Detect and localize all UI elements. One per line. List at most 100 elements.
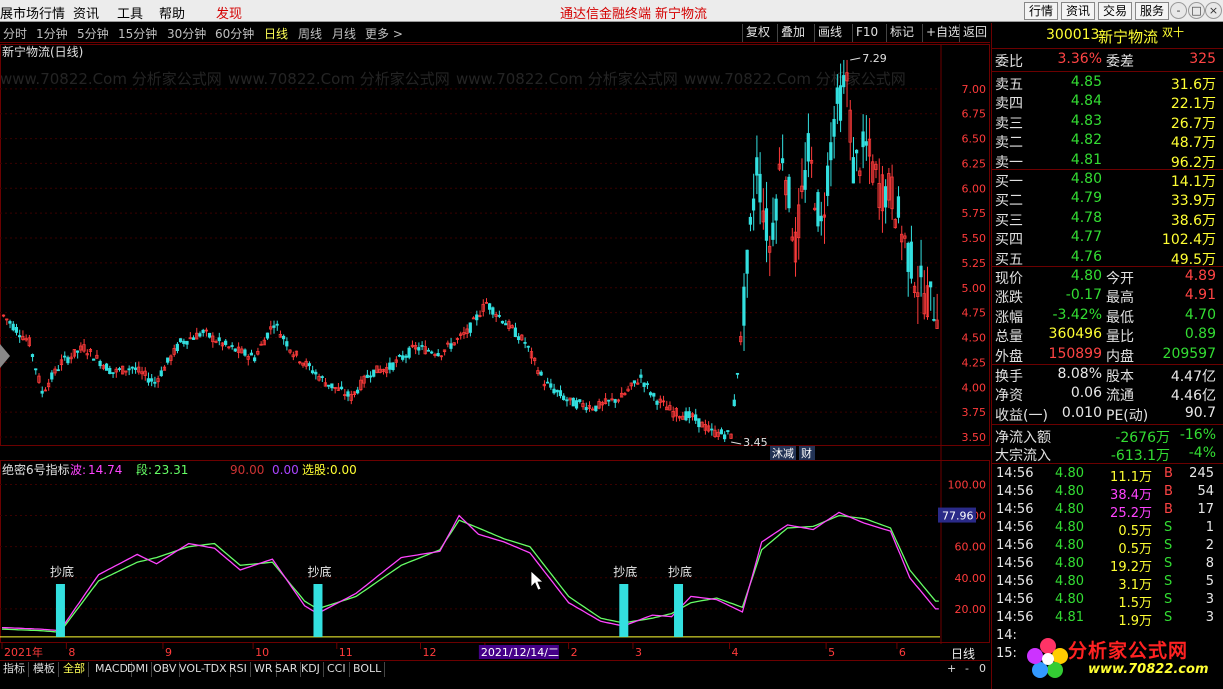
asks-row[interactable]: 卖一 4.81 96.2万 (992, 152, 1223, 171)
bids-row[interactable]: 买三 4.78 38.6万 (992, 210, 1223, 229)
tab-template[interactable]: 模板 (30, 662, 59, 677)
menu-news[interactable]: 资讯 (73, 3, 99, 22)
tick-row[interactable]: 14:56 4.80 19.2万 S 8 (992, 556, 1223, 575)
period-1min[interactable]: 1分钟 (36, 25, 68, 42)
tick-row[interactable]: 14:56 4.80 25.2万 B 17 (992, 502, 1223, 521)
stats-row: 现价 4.80 今开 4.89 (992, 268, 1223, 287)
tick-count: 1 (1205, 520, 1214, 535)
asks-row[interactable]: 卖五 4.85 31.6万 (992, 74, 1223, 93)
flow-label: 大宗流入 (995, 448, 1051, 464)
menu-tools[interactable]: 工具 (117, 3, 143, 22)
candle-body (185, 340, 189, 345)
period-5min[interactable]: 5分钟 (77, 25, 109, 42)
tab-vol-tdx[interactable]: VOL-TDX (176, 662, 231, 677)
tick-side: S (1164, 592, 1173, 607)
tick-row[interactable]: 14:56 4.80 11.1万 B 245 (992, 466, 1223, 485)
menu-market[interactable]: 展市场行情 (0, 3, 65, 22)
indicator-tick-label: 20.00 (955, 603, 987, 616)
candle-body (558, 390, 563, 397)
add-watchlist-button[interactable]: +自选 (922, 24, 963, 42)
signal-label: 抄底 (307, 564, 331, 579)
chart-area[interactable]: www.70822.Com 分析家公式网 www.70822.Com 分析家公式… (0, 44, 990, 664)
x-tick-label: 3 (635, 646, 642, 659)
tick-volume: 0.5万 (1118, 542, 1152, 557)
asks-row[interactable]: 卖三 4.83 26.7万 (992, 113, 1223, 132)
tab-all[interactable]: 全部 (60, 662, 89, 677)
tab-sar[interactable]: SAR (272, 662, 302, 677)
maximize-icon[interactable]: □ (1188, 2, 1205, 19)
period-30min[interactable]: 30分钟 (167, 25, 206, 42)
candle-body (198, 333, 202, 337)
candle-body (832, 118, 836, 137)
tab-kdj[interactable]: KDJ (298, 662, 324, 677)
asks-row[interactable]: 卖四 4.84 22.1万 (992, 93, 1223, 112)
period-60min[interactable]: 60分钟 (215, 25, 254, 42)
tick-row[interactable]: 14:56 4.80 0.5万 S 1 (992, 520, 1223, 539)
zoom-in-button[interactable]: + (944, 662, 959, 677)
period-indicator: 日线 (951, 647, 976, 661)
zoom-out-button[interactable]: - (962, 662, 972, 677)
period-15min[interactable]: 15分钟 (118, 25, 157, 42)
stock-badge: 双十 (1162, 26, 1184, 39)
tab-indicator[interactable]: 指标 (0, 662, 29, 677)
tick-row[interactable]: 14:56 4.80 38.4万 B 54 (992, 484, 1223, 503)
tick-row[interactable]: 14:56 4.81 1.9万 S 3 (992, 610, 1223, 629)
candle-body (111, 372, 115, 374)
candle-body (133, 367, 138, 370)
candle-body (252, 357, 257, 362)
tick-count: 2 (1205, 538, 1214, 553)
close-icon[interactable]: × (1205, 2, 1222, 19)
tick-row[interactable]: 14:56 4.80 0.5万 S 2 (992, 538, 1223, 557)
candle-body (909, 241, 913, 279)
signal-label: 抄底 (668, 564, 692, 579)
tick-row[interactable]: 14:56 4.80 3.1万 S 5 (992, 574, 1223, 593)
flow-row: 净流入额 -2676万 -16% (992, 427, 1223, 446)
period-daily[interactable]: 日线 (264, 25, 288, 42)
candle-body (34, 368, 38, 371)
tick-volume: 38.4万 (1110, 488, 1152, 503)
bids-row[interactable]: 买二 4.79 33.9万 (992, 190, 1223, 209)
tick-time: 14:56 (996, 592, 1034, 607)
service-button[interactable]: 服务 (1135, 2, 1170, 20)
tab-dmi[interactable]: DMI (124, 662, 153, 677)
period-more[interactable]: 更多 > (365, 25, 403, 42)
candle-body (516, 336, 521, 341)
candle-body (8, 321, 12, 324)
bids-row[interactable]: 买四 4.77 102.4万 (992, 229, 1223, 248)
period-weekly[interactable]: 周线 (298, 25, 322, 42)
asks-row[interactable]: 卖二 4.82 48.7万 (992, 132, 1223, 151)
tab-cci[interactable]: CCI (324, 662, 350, 677)
bids-row[interactable]: 买一 4.80 14.1万 (992, 171, 1223, 190)
tab-rsi[interactable]: RSI (226, 662, 251, 677)
f10-button[interactable]: F10 (852, 24, 881, 42)
candle-body (751, 198, 756, 211)
bids-row[interactable]: 买五 4.76 49.5万 (992, 249, 1223, 268)
candle-body (217, 337, 221, 342)
menu-discover[interactable]: 发现 (216, 3, 242, 22)
overlay-button[interactable]: 叠加 (777, 24, 808, 42)
logo-title: 分析家公式网 (1068, 640, 1189, 662)
stock-name: 新宁物流 (1098, 28, 1159, 46)
back-button[interactable]: 返回 (959, 24, 990, 42)
candle-body (159, 370, 163, 377)
restore-rights-button[interactable]: 复权 (742, 24, 773, 42)
stats2-label: 换手 (995, 369, 1023, 385)
tick-count: 3 (1205, 592, 1214, 607)
tick-row[interactable]: 14:56 4.80 1.5万 S 3 (992, 592, 1223, 611)
mark-button[interactable]: 标记 (886, 24, 917, 42)
candle-body (697, 418, 701, 428)
kline-chart[interactable]: 7.00 6.75 6.50 6.25 6.00 5.75 5.50 5.25 5.00 4.75… (0, 44, 990, 660)
tick-volume: 25.2万 (1110, 506, 1152, 521)
menu-help[interactable]: 帮助 (159, 3, 185, 22)
draw-line-button[interactable]: 画线 (814, 24, 845, 42)
info-button[interactable]: 资讯 (1061, 2, 1096, 20)
tab-boll[interactable]: BOLL (350, 662, 386, 677)
period-monthly[interactable]: 月线 (332, 25, 356, 42)
stats2-value: 4.47亿 (1170, 369, 1216, 385)
trade-button[interactable]: 交易 (1098, 2, 1133, 20)
quotes-button[interactable]: 行情 (1024, 2, 1059, 20)
candle-body (407, 347, 411, 358)
minimize-icon[interactable]: - (1170, 2, 1187, 19)
candle-body (372, 369, 376, 377)
period-tick[interactable]: 分时 (3, 25, 27, 42)
